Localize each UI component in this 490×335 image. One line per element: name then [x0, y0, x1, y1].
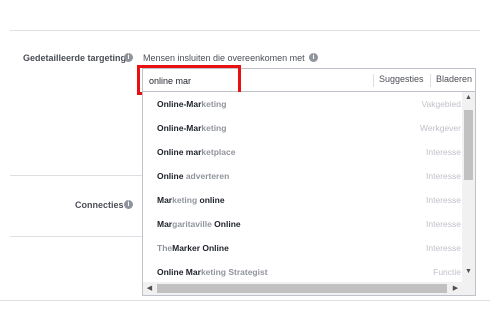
match-text: Mar [157, 219, 173, 229]
suggestion-category: Interesse [426, 219, 461, 229]
suggestion-item[interactable]: Online Marketing Strategist Functie [143, 260, 463, 284]
suggestion-category: Interesse [426, 243, 461, 253]
suggestions-button[interactable]: Suggesties [379, 74, 424, 84]
match-text: Online [157, 171, 184, 181]
suggestion-category: Functie [433, 267, 461, 277]
suggestion-item[interactable]: Online adverteren Interesse [143, 164, 463, 188]
suggestion-item[interactable]: Margaritaville Online Interesse [143, 212, 463, 236]
match-text: Online-Mar [157, 99, 202, 109]
info-icon[interactable]: i [124, 53, 133, 62]
match-text: Mar [157, 195, 173, 205]
suggestion-category: Vakgebied [421, 99, 461, 109]
tail-text: online [197, 195, 225, 205]
connections-label: Connecties [75, 200, 124, 210]
scroll-left-icon[interactable]: ◀ [143, 284, 156, 292]
suggestion-item[interactable]: Marketing online Interesse [143, 188, 463, 212]
toolbar-separator [373, 74, 374, 87]
rest-text: The [157, 243, 173, 253]
rest-text: keting [201, 123, 227, 133]
info-icon[interactable]: i [309, 53, 318, 62]
search-highlight-box [137, 65, 241, 95]
horizontal-scrollbar[interactable]: ◀ ▶ [143, 282, 475, 295]
toolbar-separator [430, 74, 431, 87]
scroll-right-icon[interactable]: ▶ [449, 284, 462, 292]
rest-text: garitaville [172, 219, 212, 229]
suggestion-item[interactable]: Online marketplace Interesse [143, 140, 463, 164]
suggestion-category: Interesse [426, 147, 461, 157]
lower-divider [10, 236, 142, 237]
browse-button[interactable]: Bladeren [436, 74, 472, 84]
tail-text: Marker Online [172, 243, 229, 253]
rest-text: keting Strategist [200, 267, 268, 277]
rest-text: adverteren [183, 171, 230, 181]
suggestion-item[interactable]: Online-Marketing Werkgever [143, 116, 463, 140]
vertical-scroll-thumb[interactable] [464, 110, 473, 180]
bottom-divider [0, 300, 490, 301]
detailed-targeting-label: Gedetailleerde targeting [23, 53, 127, 63]
top-divider [10, 30, 480, 31]
include-people-label: Mensen insluiten die overeenkomen met [143, 53, 305, 63]
middle-divider [10, 175, 142, 176]
suggestion-category: Interesse [426, 171, 461, 181]
targeting-panel: Gedetailleerde targeting i Mensen inslui… [0, 0, 490, 301]
match-text: Online Mar [157, 267, 201, 277]
scroll-down-icon[interactable]: ▼ [462, 268, 475, 275]
match-text: Online mar [157, 147, 202, 157]
match-text: Online-Mar [157, 123, 202, 133]
suggestion-item[interactable]: TheMarker Online Interesse [143, 236, 463, 260]
info-icon[interactable]: i [124, 200, 133, 209]
rest-text: ketplace [201, 147, 236, 157]
horizontal-scroll-thumb[interactable] [157, 284, 447, 293]
rest-text: keting [201, 99, 227, 109]
vertical-scrollbar[interactable]: ▲ ▼ [462, 92, 475, 282]
suggestion-category: Interesse [426, 195, 461, 205]
tail-text: Online [211, 219, 241, 229]
suggestion-category: Werkgever [420, 123, 461, 133]
rest-text: keting [172, 195, 198, 205]
suggestion-item[interactable]: Online-Marketing Vakgebied [143, 92, 463, 116]
suggestion-dropdown: Online-Marketing Vakgebied Online-Market… [142, 92, 476, 296]
scroll-up-icon[interactable]: ▲ [462, 94, 475, 101]
